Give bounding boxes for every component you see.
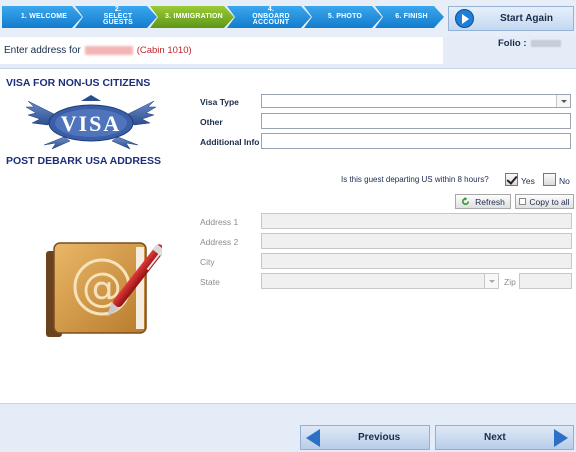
state-select[interactable]: [261, 273, 499, 289]
yes-checkbox[interactable]: [505, 173, 518, 186]
folio-label: Folio :: [498, 38, 527, 49]
no-label: No: [559, 176, 570, 186]
state-label: State: [200, 277, 220, 287]
wizard-step-label: 2. Select Guests: [103, 6, 133, 27]
address2-input[interactable]: [261, 233, 572, 249]
wizard-step-label: 4. Onboard Account: [252, 6, 290, 27]
copy-to-all-label: Copy to all: [529, 196, 570, 207]
wizard-step-photo[interactable]: 5. Photo: [304, 6, 382, 28]
zip-input[interactable]: [519, 273, 572, 289]
wizard-step-label: 3. Immigration: [165, 12, 223, 20]
arrow-right-icon: [554, 428, 568, 447]
wizard-step-label: 6. Finish: [395, 12, 428, 20]
visa-logo: VISA: [26, 95, 156, 150]
address2-label: Address 2: [200, 237, 239, 247]
folio: Folio :: [498, 38, 561, 49]
copy-to-all-button[interactable]: Copy to all: [515, 194, 574, 209]
departing-question: Is this guest departing US within 8 hour…: [341, 175, 489, 184]
visa-type-select[interactable]: [261, 94, 571, 108]
refresh-icon: [462, 197, 470, 205]
previous-button[interactable]: Previous: [300, 425, 430, 450]
address-section-title: POST DEBARK USA ADDRESS: [6, 155, 161, 167]
start-again-button[interactable]: Start Again: [448, 6, 574, 31]
additional-info-input[interactable]: [261, 133, 571, 149]
visa-type-label: Visa Type: [200, 97, 239, 107]
wizard-step-select-guests[interactable]: 2. Select Guests: [75, 6, 157, 28]
guest-address-header: Enter address for (Cabin 1010): [0, 37, 443, 64]
no-checkbox[interactable]: [543, 173, 556, 186]
wizard-step-label: 5. Photo: [327, 12, 363, 20]
next-button[interactable]: Next: [435, 425, 574, 450]
wizard-step-immigration[interactable]: 3. Immigration: [150, 6, 234, 28]
header-prefix: Enter address for: [4, 45, 81, 56]
other-input[interactable]: [261, 113, 571, 129]
wizard-steps-bar: 1. Welcome 2. Select Guests 3. Immigrati…: [0, 0, 576, 36]
wizard-step-onboard-account[interactable]: 4. Onboard Account: [227, 6, 311, 28]
wizard-step-label: 1. Welcome: [20, 12, 68, 20]
redacted-folio-number: [530, 40, 561, 47]
next-label: Next: [484, 432, 506, 443]
immigration-form-panel: VISA FOR NON-US CITIZENS VISA Visa Type …: [0, 68, 576, 404]
address1-input[interactable]: [261, 213, 572, 229]
refresh-label: Refresh: [475, 196, 505, 207]
cabin-number: (Cabin 1010): [136, 45, 192, 56]
previous-label: Previous: [358, 432, 401, 443]
visa-logo-text: VISA: [61, 111, 122, 136]
address-book-icon: @: [46, 242, 162, 337]
arrow-left-icon: [306, 428, 320, 447]
city-label: City: [200, 257, 215, 267]
wizard-step-finish[interactable]: 6. Finish: [375, 6, 444, 28]
start-again-label: Start Again: [500, 13, 553, 24]
wizard-step-welcome[interactable]: 1. Welcome: [2, 6, 82, 28]
chevron-down-icon[interactable]: [484, 274, 498, 288]
play-icon: [455, 9, 474, 28]
additional-info-label: Additional Info: [200, 137, 260, 147]
zip-label: Zip: [504, 277, 516, 287]
redacted-guest-name: [84, 46, 133, 55]
other-label: Other: [200, 117, 223, 127]
city-input[interactable]: [261, 253, 572, 269]
refresh-button[interactable]: Refresh: [455, 194, 511, 209]
visa-section-title: VISA FOR NON-US CITIZENS: [6, 77, 151, 89]
copy-checkbox-icon: [519, 198, 527, 205]
address1-label: Address 1: [200, 217, 239, 227]
chevron-down-icon[interactable]: [556, 95, 570, 107]
yes-label: Yes: [521, 176, 535, 186]
